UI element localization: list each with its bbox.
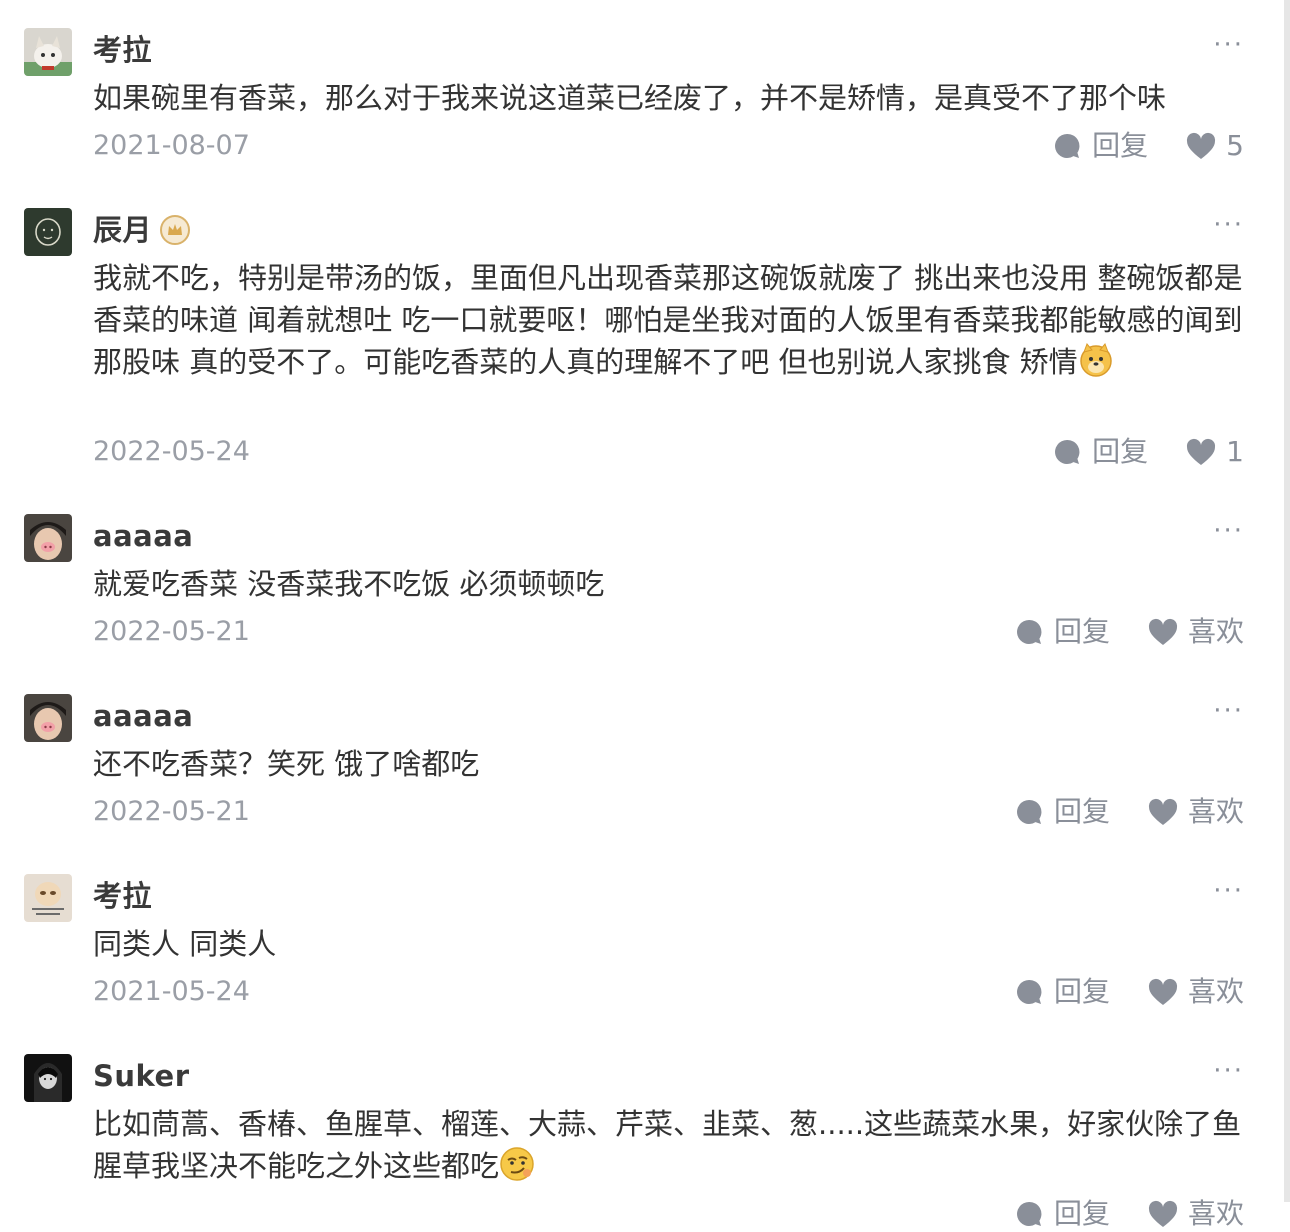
- comment-date: 2022-05-24: [93, 436, 250, 467]
- comment-actions: 回复 喜欢: [1014, 974, 1244, 1010]
- reply-button[interactable]: 回复: [1014, 614, 1110, 650]
- heart-icon: [1148, 1200, 1178, 1227]
- comment-actions: 回复 喜欢: [1014, 794, 1244, 830]
- reply-label: 回复: [1053, 1197, 1110, 1230]
- avatar[interactable]: [24, 208, 72, 256]
- like-label: 喜欢: [1187, 975, 1244, 1008]
- reply-button[interactable]: 回复: [1014, 794, 1110, 830]
- reply-button[interactable]: 回复: [1052, 128, 1148, 164]
- heart-icon: [1148, 618, 1178, 645]
- crown-badge-icon: [160, 215, 191, 245]
- reply-label: 回复: [1092, 129, 1149, 162]
- like-button[interactable]: 喜欢: [1148, 1196, 1244, 1232]
- comment-date: 2021-08-07: [93, 130, 250, 161]
- like-label: 喜欢: [1187, 615, 1244, 648]
- reply-label: 回复: [1053, 795, 1110, 828]
- comment-actions: 回复 5: [1052, 128, 1244, 164]
- avatar[interactable]: [24, 514, 72, 562]
- reply-button[interactable]: 回复: [1014, 1196, 1110, 1232]
- avatar[interactable]: [24, 28, 72, 76]
- username[interactable]: Suker: [93, 1056, 190, 1096]
- username-text[interactable]: 辰月: [93, 210, 152, 250]
- comment-actions: 回复 喜欢: [1014, 614, 1244, 650]
- comment-bubble-icon: [1055, 439, 1080, 464]
- comment-bubble-icon: [1016, 1201, 1042, 1226]
- comment-item: 辰月 ··· 我就不吃，特别是带汤的饭，里面但凡出现香菜那这碗饭就废了 挑出来也…: [0, 208, 1284, 478]
- comment-text-body: 我就不吃，特别是带汤的饭，里面但凡出现香菜那这碗饭就废了 挑出来也没用 整碗饭都…: [93, 261, 1243, 379]
- heart-icon: [1187, 438, 1216, 465]
- username[interactable]: aaaaa: [93, 696, 193, 736]
- like-button[interactable]: 喜欢: [1148, 614, 1244, 650]
- username[interactable]: 考拉: [93, 876, 152, 916]
- like-label: 喜欢: [1187, 795, 1244, 828]
- comment-bubble-icon: [1016, 619, 1042, 644]
- comment-actions: 回复 喜欢: [1014, 1196, 1244, 1232]
- reply-button[interactable]: 回复: [1014, 974, 1110, 1010]
- like-button[interactable]: 5: [1186, 128, 1244, 164]
- reply-button[interactable]: 回复: [1052, 434, 1148, 470]
- like-count: 5: [1226, 129, 1244, 162]
- dog-emoji-icon: [1078, 342, 1114, 378]
- more-options-icon[interactable]: ···: [1213, 212, 1244, 238]
- comment-bubble-icon: [1055, 133, 1080, 158]
- comment-date: 2022-05-21: [93, 616, 250, 647]
- avatar[interactable]: [24, 874, 72, 922]
- comment-text: 同类人 同类人: [93, 927, 277, 961]
- reply-label: 回复: [1053, 975, 1110, 1008]
- comment-item: aaaaa ··· 还不吃香菜？笑死 饿了啥都吃 2022-05-21 回复 喜…: [0, 694, 1284, 844]
- avatar[interactable]: [24, 694, 72, 742]
- reply-label: 回复: [1092, 435, 1149, 468]
- more-options-icon[interactable]: ···: [1213, 1058, 1244, 1084]
- like-count: 1: [1226, 435, 1244, 468]
- comment-text: 还不吃香菜？笑死 饿了啥都吃: [93, 747, 480, 781]
- more-options-icon[interactable]: ···: [1213, 32, 1244, 58]
- like-button[interactable]: 喜欢: [1148, 794, 1244, 830]
- like-button[interactable]: 1: [1186, 434, 1244, 470]
- heart-icon: [1148, 978, 1178, 1005]
- comment-text-body: 比如茼蒿、香椿、鱼腥草、榴莲、大蒜、芹菜、韭菜、葱.....这些蔬菜水果，好家伙…: [93, 1107, 1242, 1183]
- more-options-icon[interactable]: ···: [1213, 698, 1244, 724]
- more-options-icon[interactable]: ···: [1213, 518, 1244, 544]
- comment-actions: 回复 1: [1052, 434, 1244, 470]
- comment-item: 考拉 ··· 如果碗里有香菜，那么对于我来说这道菜已经废了，并不是矫情，是真受不…: [0, 28, 1284, 188]
- username: 辰月: [93, 210, 191, 250]
- comment-item: aaaaa ··· 就爱吃香菜 没香菜我不吃饭 必须顿顿吃 2022-05-21…: [0, 514, 1284, 664]
- reply-label: 回复: [1053, 615, 1110, 648]
- smirk-emoji-icon: [499, 1146, 535, 1182]
- comment-bubble-icon: [1016, 979, 1042, 1004]
- comment-text: 我就不吃，特别是带汤的饭，里面但凡出现香菜那这碗饭就废了 挑出来也没用 整碗饭都…: [93, 257, 1245, 383]
- scrollbar-track[interactable]: [1284, 0, 1290, 1202]
- heart-icon: [1148, 798, 1178, 825]
- comment-text: 就爱吃香菜 没香菜我不吃饭 必须顿顿吃: [93, 567, 605, 601]
- like-button[interactable]: 喜欢: [1148, 974, 1244, 1010]
- comment-date: 2022-05-21: [93, 796, 250, 827]
- comment-item: 考拉 ··· 同类人 同类人 2021-05-24 回复 喜欢: [0, 874, 1284, 1024]
- comment-date: 2021-05-24: [93, 976, 250, 1007]
- like-label: 喜欢: [1187, 1197, 1244, 1230]
- heart-icon: [1187, 132, 1216, 159]
- more-options-icon[interactable]: ···: [1213, 878, 1244, 904]
- comment-item: Suker ··· 比如茼蒿、香椿、鱼腥草、榴莲、大蒜、芹菜、韭菜、葱.....…: [0, 1054, 1284, 1230]
- comment-text: 如果碗里有香菜，那么对于我来说这道菜已经废了，并不是矫情，是真受不了那个味: [93, 81, 1167, 115]
- username[interactable]: 考拉: [93, 30, 152, 70]
- username[interactable]: aaaaa: [93, 516, 193, 556]
- avatar[interactable]: [24, 1054, 72, 1102]
- comment-bubble-icon: [1016, 799, 1042, 824]
- comment-text: 比如茼蒿、香椿、鱼腥草、榴莲、大蒜、芹菜、韭菜、葱.....这些蔬菜水果，好家伙…: [93, 1103, 1245, 1187]
